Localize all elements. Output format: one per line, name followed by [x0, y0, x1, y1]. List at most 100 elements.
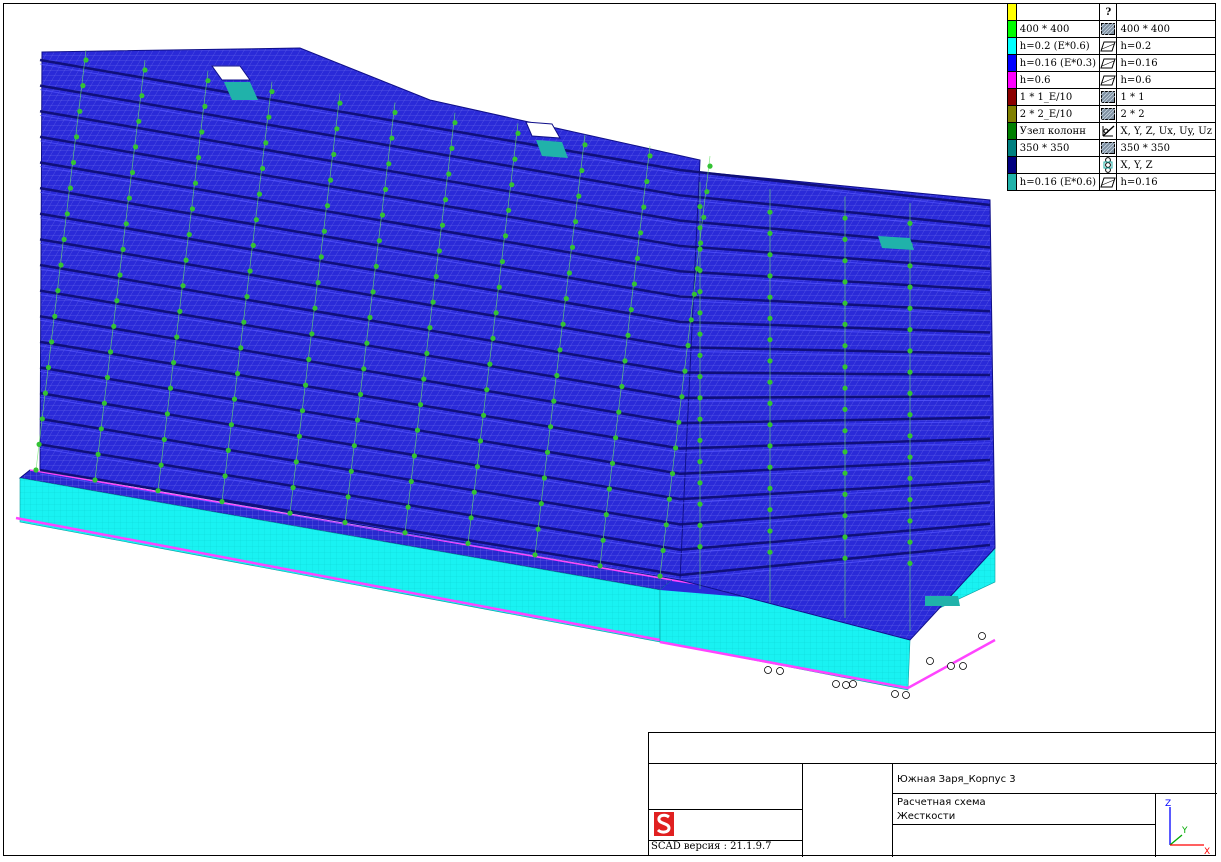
column-node — [767, 230, 773, 236]
column-node — [707, 163, 713, 169]
column-node — [321, 228, 327, 234]
column-node — [80, 83, 86, 89]
legend-row: h=0.16 (E*0.3) h=0.16 — [1007, 54, 1216, 72]
legend-row: Узел колонн X, Y, Z, Ux, Uy, Uz — [1007, 122, 1216, 140]
column-node — [842, 470, 848, 476]
column-node — [697, 289, 703, 295]
column-node — [123, 221, 129, 227]
column-node — [697, 459, 703, 465]
column-node — [354, 417, 361, 423]
scad-version: SCAD версия : 21.1.9.7 — [651, 841, 772, 852]
column-node — [174, 334, 180, 340]
column-node — [676, 419, 682, 425]
column-node — [373, 263, 379, 269]
column-node — [222, 473, 228, 479]
column-node — [638, 230, 644, 236]
column-node — [167, 385, 174, 391]
column-node — [421, 376, 427, 382]
column-node — [92, 477, 98, 483]
column-node — [644, 178, 650, 185]
legend-left-label — [1015, 156, 1101, 174]
column-node — [842, 236, 848, 242]
column-node — [535, 526, 541, 532]
column-node — [701, 214, 707, 220]
legend-right-label: 1 * 1 — [1116, 88, 1216, 106]
column-node — [136, 118, 142, 124]
legend-right-label — [1116, 3, 1216, 21]
column-node — [907, 433, 913, 439]
column-node — [767, 549, 773, 555]
column-node — [74, 134, 80, 140]
column-node — [767, 358, 773, 364]
column-node — [158, 462, 164, 468]
column-node — [129, 169, 136, 176]
column-node — [907, 348, 913, 354]
column-node — [682, 368, 688, 374]
column-node — [418, 402, 424, 408]
column-node — [496, 284, 502, 290]
column-node — [98, 426, 104, 432]
column-node — [324, 203, 331, 209]
title-block: Южная Заря_Корпус 3 Расчетная схема Жест… — [648, 732, 1217, 857]
column-node — [532, 552, 538, 558]
column-node — [477, 438, 484, 444]
column-node — [600, 537, 606, 543]
column-node — [433, 273, 439, 280]
column-node — [180, 283, 186, 289]
column-node — [544, 449, 551, 455]
column-node — [767, 209, 773, 215]
column-node — [842, 321, 848, 327]
column-node — [331, 151, 337, 157]
column-node — [697, 501, 703, 507]
column-node — [117, 272, 123, 278]
column-node — [58, 262, 64, 268]
column-node — [767, 400, 773, 406]
column-node — [114, 298, 120, 304]
column-node — [603, 511, 609, 518]
column-node — [358, 391, 364, 397]
column-node — [370, 289, 376, 295]
column-node — [842, 406, 848, 412]
column-node — [64, 211, 70, 217]
column-node — [39, 416, 45, 422]
column-node — [120, 246, 126, 252]
column-node — [247, 268, 253, 274]
hatched-square-icon — [1099, 105, 1118, 123]
column-node — [697, 225, 703, 231]
column-node — [306, 356, 312, 362]
column-node — [427, 325, 433, 331]
column-node — [907, 412, 913, 418]
hatched-square-icon — [1099, 20, 1118, 38]
column-node — [348, 468, 354, 474]
column-node — [235, 370, 241, 377]
column-node — [697, 310, 703, 316]
column-node — [299, 408, 306, 414]
column-node — [573, 219, 579, 225]
column-node — [411, 453, 417, 459]
legend-color-swatch — [1007, 20, 1017, 38]
column-node — [566, 270, 573, 276]
column-node — [907, 454, 913, 460]
column-node — [767, 294, 773, 300]
column-node — [698, 240, 704, 246]
column-node — [767, 337, 773, 343]
column-node — [842, 534, 848, 540]
column-node — [767, 485, 773, 491]
column-node — [502, 233, 509, 239]
column-node — [293, 459, 299, 465]
legend-row: h=0.2 (E*0.6) h=0.2 — [1007, 37, 1216, 55]
column-node — [471, 489, 477, 495]
column-node — [842, 428, 848, 434]
column-node — [241, 319, 247, 325]
column-node — [199, 129, 205, 135]
column-node — [557, 347, 563, 353]
column-node — [673, 445, 679, 451]
column-node — [842, 449, 848, 455]
legend-row: 400 * 400 400 * 400 — [1007, 20, 1216, 38]
column-node — [907, 497, 913, 503]
column-node — [493, 310, 499, 316]
legend-color-swatch — [1007, 122, 1017, 140]
column-node — [192, 180, 199, 186]
legend-row: h=0.16 (E*0.6) h=0.16 — [1007, 173, 1216, 191]
column-node — [697, 395, 703, 401]
